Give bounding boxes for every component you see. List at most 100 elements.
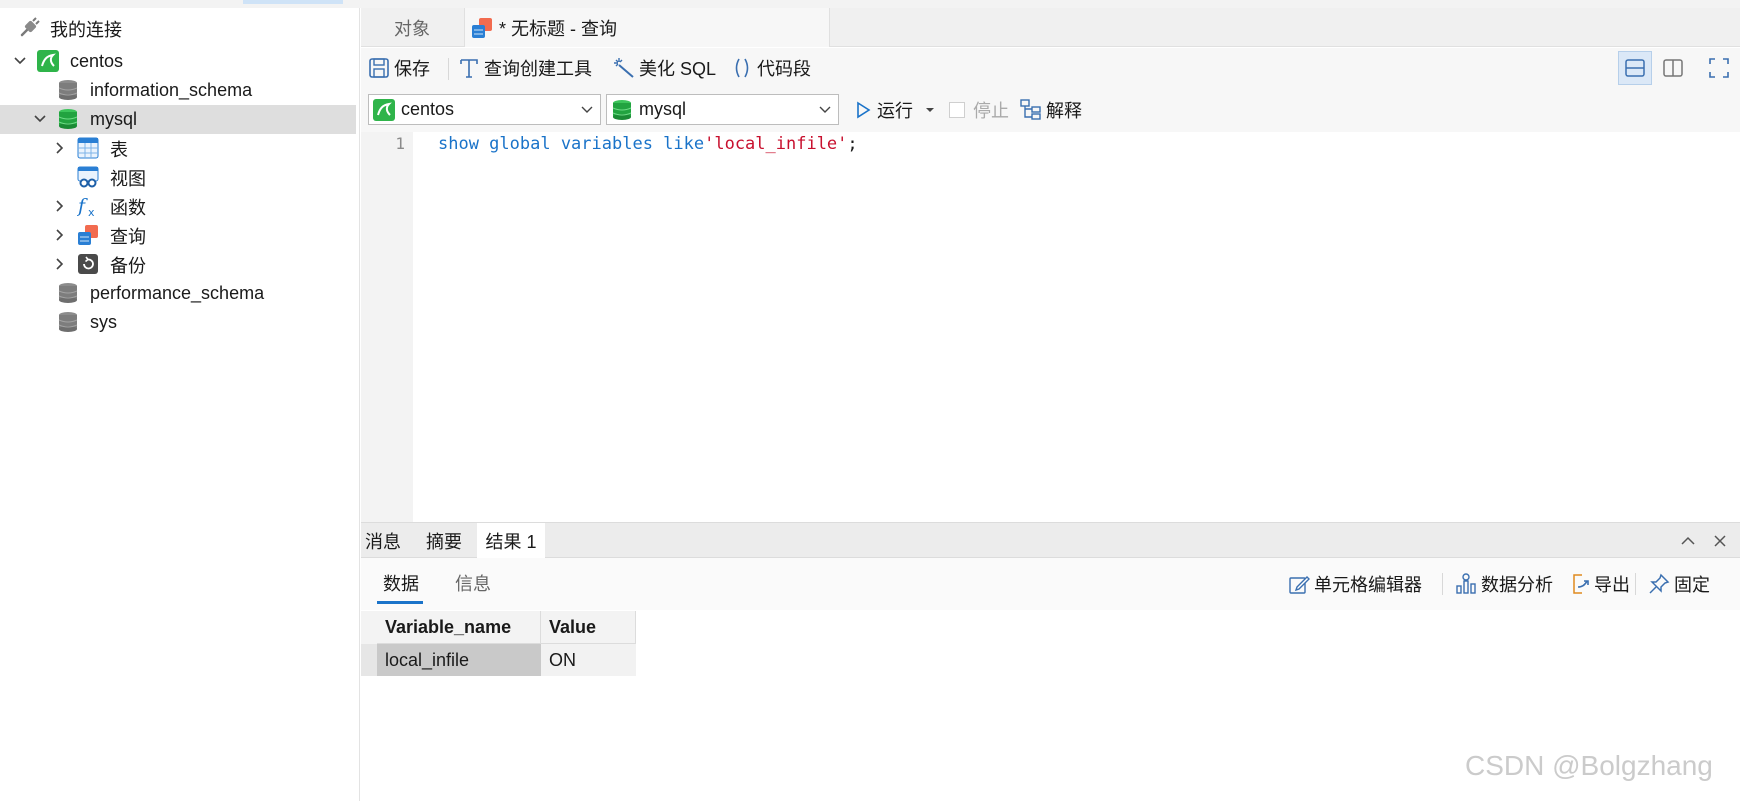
tab-query-label: * 无标题 - 查询 (499, 18, 618, 39)
query-editor-pane: 对象 * 无标题 - 查询 保存 查询创建工具 美化 SQL 代码段 cento… (361, 8, 1740, 801)
run-button[interactable]: 运行 (853, 88, 913, 132)
caret-down-icon (926, 108, 934, 112)
connection-toolbar: centos mysql 运行 停止 解释 (361, 88, 1740, 132)
chevron-right-icon[interactable] (52, 140, 68, 156)
close-panel-button[interactable] (1706, 523, 1734, 558)
run-options-dropdown[interactable] (925, 88, 935, 132)
chevron-right-icon[interactable] (52, 227, 68, 243)
tab-result-1[interactable]: 结果 1 (477, 523, 545, 559)
database-select[interactable]: mysql (606, 94, 839, 125)
tree-child-label: 视图 (110, 168, 146, 189)
toolbar-divider (448, 58, 449, 80)
database-icon (58, 80, 78, 100)
tab-query[interactable]: * 无标题 - 查询 (464, 8, 830, 47)
editor-toolbar: 保存 查询创建工具 美化 SQL 代码段 (361, 48, 1740, 88)
table-cell-selected[interactable]: local_infile (377, 644, 541, 676)
tab-objects[interactable]: 对象 (361, 8, 463, 47)
code-snippet-label: 代码段 (757, 59, 811, 79)
pin-label: 固定 (1674, 575, 1710, 595)
tab-messages-label: 消息 (365, 531, 401, 552)
database-icon (58, 109, 78, 129)
data-analysis-button[interactable]: 数据分析 (1455, 558, 1553, 610)
pin-button[interactable]: 固定 (1648, 558, 1710, 610)
window-top-strip (0, 0, 1740, 8)
explain-label: 解释 (1046, 101, 1082, 121)
backup-icon (78, 254, 98, 274)
tree-item-tables[interactable]: 表 (0, 134, 356, 163)
line-gutter: 1 (361, 132, 413, 522)
stop-button[interactable]: 停止 (949, 88, 1009, 132)
tab-messages[interactable]: 消息 (361, 523, 405, 558)
tab-summary[interactable]: 摘要 (419, 523, 469, 558)
pin-icon (1649, 573, 1670, 594)
tree-item-performance-schema[interactable]: performance_schema (0, 279, 356, 308)
view-icon (77, 166, 99, 188)
mysql-connection-icon (37, 50, 59, 72)
function-icon: f x (77, 195, 95, 217)
export-button[interactable]: 导出 (1570, 558, 1630, 610)
top-strip-highlight (243, 0, 343, 4)
query-icon (78, 225, 98, 245)
subtab-info[interactable]: 信息 (455, 570, 491, 596)
chevron-down-icon (819, 106, 831, 113)
column-header[interactable]: Variable_name (377, 611, 541, 644)
column-header[interactable]: Value (541, 611, 636, 644)
close-icon (1714, 534, 1726, 547)
fullscreen-button[interactable] (1702, 48, 1736, 88)
result-tabbar: 消息 摘要 结果 1 (361, 522, 1740, 559)
explain-button[interactable]: 解释 (1020, 88, 1082, 132)
connection-label: centos (70, 51, 124, 71)
chevron-down-icon[interactable] (32, 111, 48, 127)
save-button[interactable]: 保存 (368, 48, 430, 88)
database-label: information_schema (90, 80, 253, 100)
grid-corner (361, 611, 377, 644)
database-label: performance_schema (90, 283, 265, 303)
cell-value: ON (549, 649, 576, 670)
chevron-right-icon[interactable] (52, 198, 68, 214)
layout-horizontal-button[interactable] (1618, 51, 1652, 85)
cell-editor-label: 单元格编辑器 (1314, 575, 1422, 595)
tab-result-1-label: 结果 1 (485, 532, 537, 552)
table-cell[interactable]: ON (541, 644, 636, 676)
run-label: 运行 (877, 101, 913, 121)
subtab-data[interactable]: 数据 (383, 570, 419, 596)
sql-editor[interactable]: 1 show global variables like'local_infil… (361, 132, 1740, 522)
tree-item-backups[interactable]: 备份 (0, 250, 356, 279)
tree-item-queries[interactable]: 查询 (0, 221, 356, 250)
chevron-down-icon[interactable] (12, 53, 28, 69)
export-label: 导出 (1594, 575, 1630, 595)
table-icon (77, 137, 99, 159)
snippet-icon (735, 58, 749, 78)
tree-item-centos[interactable]: centos (0, 47, 356, 76)
database-icon (612, 99, 632, 120)
collapse-panel-button[interactable] (1674, 523, 1702, 558)
beautify-sql-button[interactable]: 美化 SQL (613, 48, 716, 88)
line-number: 1 (395, 134, 405, 153)
query-icon (472, 17, 492, 38)
sql-keywords: show global variables like (438, 134, 705, 154)
code-snippet-button[interactable]: 代码段 (731, 48, 811, 88)
tree-item-mysql[interactable]: mysql (0, 105, 356, 134)
database-label: mysql (90, 109, 138, 129)
stop-icon (949, 102, 965, 118)
tab-objects-label: 对象 (394, 18, 430, 39)
toolbar-divider (1635, 573, 1636, 595)
query-builder-icon (460, 59, 478, 78)
connection-select[interactable]: centos (368, 94, 601, 125)
query-builder-button[interactable]: 查询创建工具 (458, 48, 592, 88)
fullscreen-icon (1709, 58, 1729, 78)
tree-item-views[interactable]: 视图 (0, 163, 356, 192)
tree-item-sys[interactable]: sys (0, 308, 356, 337)
cell-editor-button[interactable]: 单元格编辑器 (1288, 558, 1422, 610)
sql-terminator: ; (847, 134, 858, 154)
tree-item-information-schema[interactable]: information_schema (0, 76, 356, 105)
beautify-sql-label: 美化 SQL (639, 59, 717, 79)
query-builder-label: 查询创建工具 (484, 59, 592, 79)
magic-wand-icon (614, 58, 634, 78)
layout-vertical-button[interactable] (1656, 48, 1690, 88)
chevron-right-icon[interactable] (52, 256, 68, 272)
row-header[interactable] (361, 644, 377, 676)
tree-item-functions[interactable]: f x 函数 (0, 192, 356, 221)
cell-value: local_infile (385, 649, 470, 670)
connections-header[interactable]: 我的连接 (0, 14, 356, 43)
